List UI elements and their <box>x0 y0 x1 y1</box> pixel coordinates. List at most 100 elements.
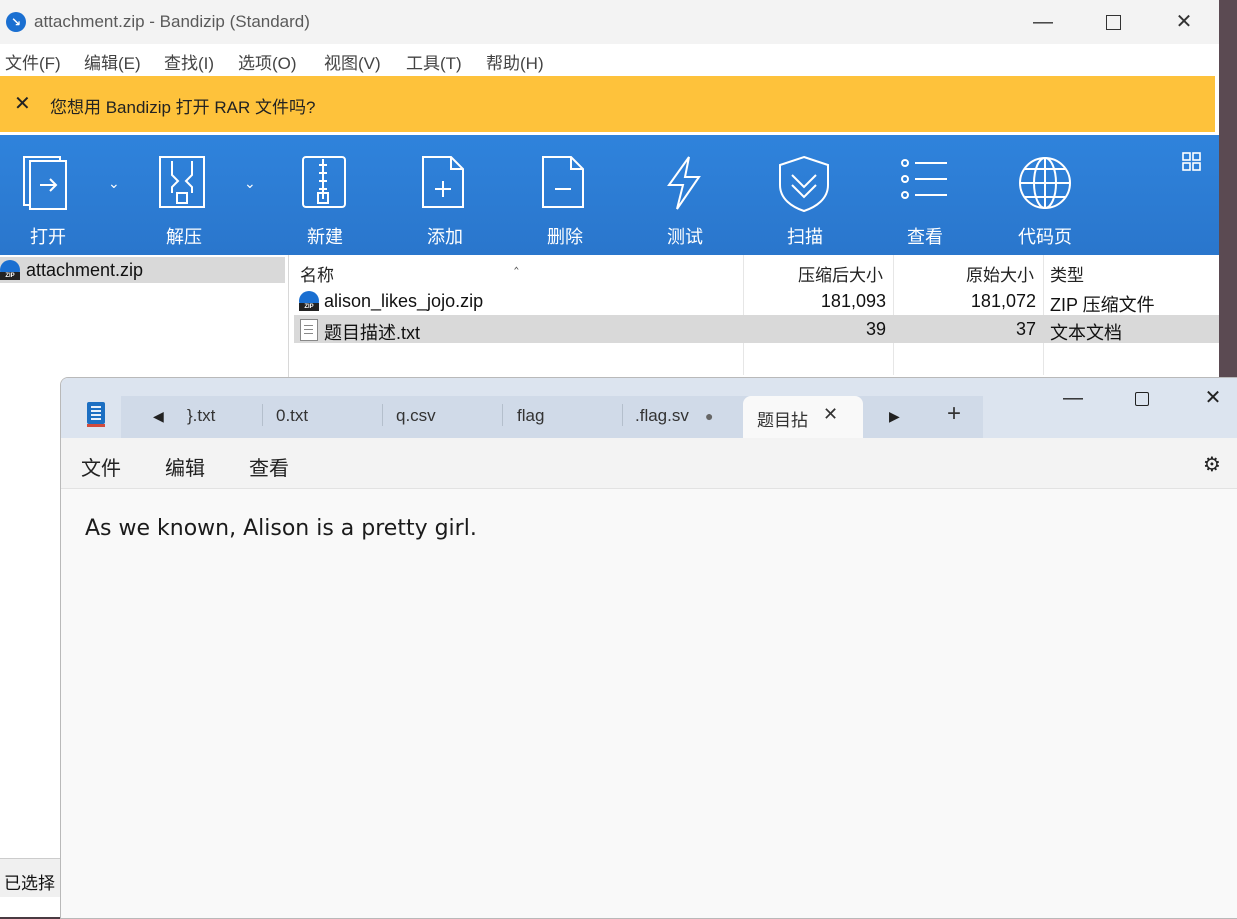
table-row[interactable]: 题目描述.txt 39 37 文本文档 <box>294 315 1219 343</box>
new-archive-icon <box>302 156 346 208</box>
tab-label: flag <box>517 406 545 425</box>
unsaved-dot-icon: ● <box>705 408 714 424</box>
extract-icon <box>159 156 205 208</box>
rar-association-notice: ✕ 您想用 Bandizip 打开 RAR 文件吗? <box>0 76 1215 135</box>
file-list: 名称 ‸ 压缩后大小 原始大小 类型 ZIP alison_likes_jojo… <box>294 253 1219 375</box>
bandizip-app-icon: ↘ <box>6 12 26 32</box>
test-button[interactable]: 测试 <box>637 135 733 255</box>
file-packed-size: 181,093 <box>820 291 886 311</box>
notepad-maximize-button[interactable] <box>1107 378 1177 422</box>
tab-flag-sv[interactable]: .flag.sv ● <box>623 396 741 438</box>
settings-gear-icon[interactable]: ⚙ <box>1203 452 1221 477</box>
lightning-icon <box>667 156 701 210</box>
view-label: 查看 <box>907 227 943 247</box>
delete-label: 删除 <box>547 227 583 247</box>
maximize-button[interactable] <box>1090 0 1136 44</box>
delete-button[interactable]: 删除 <box>517 135 613 255</box>
notice-close-icon[interactable]: ✕ <box>14 91 31 116</box>
menu-file[interactable]: 文件(F) <box>5 49 61 74</box>
file-type: ZIP 压缩文件 <box>1050 295 1155 315</box>
menu-help[interactable]: 帮助(H) <box>486 49 544 74</box>
tab-active[interactable]: 题目拈 ✕ <box>743 396 863 438</box>
tab-label: 题目拈 <box>757 411 808 430</box>
bandizip-toolbar: 打开 ⌄ 解压 ⌄ 新建 添加 删除 测试 扫描 查看 代码页 <box>0 135 1219 255</box>
scroll-tabs-left-icon[interactable]: ◀ <box>153 408 164 425</box>
tab-partial[interactable]: }.txt <box>181 396 261 438</box>
notepad-app-icon <box>87 402 105 427</box>
tab-label: q.csv <box>396 406 436 425</box>
bandizip-titlebar: ↘ attachment.zip - Bandizip (Standard) —… <box>0 0 1219 44</box>
close-button[interactable]: ✕ <box>1161 0 1207 44</box>
open-icon <box>23 156 67 210</box>
notepad-window: ◀ }.txt 0.txt q.csv flag .flag.sv ● 题目拈 … <box>60 377 1237 919</box>
status-text: 已选择 <box>4 874 55 893</box>
text-file-icon <box>300 319 318 341</box>
notepad-menu-edit[interactable]: 编辑 <box>165 452 205 481</box>
add-label: 添加 <box>427 227 463 247</box>
tab-0-txt[interactable]: 0.txt <box>263 396 381 438</box>
scroll-tabs-right-icon[interactable]: ▶ <box>889 408 900 425</box>
tree-item-root[interactable]: ZIP attachment.zip <box>0 257 285 283</box>
file-packed-size: 39 <box>865 319 886 339</box>
extract-button[interactable]: 解压 <box>136 135 232 255</box>
notepad-text-content[interactable]: As we known, Alison is a pretty girl. <box>85 516 477 541</box>
bandizip-menubar: 文件(F) 编辑(E) 查找(I) 选项(O) 视图(V) 工具(T) 帮助(H… <box>0 44 1219 74</box>
menu-find[interactable]: 查找(I) <box>164 49 214 74</box>
notepad-menubar: 文件 编辑 查看 ⚙ <box>61 438 1237 489</box>
column-header-packed-size[interactable]: 压缩后大小 <box>798 261 883 286</box>
codepage-button[interactable]: 代码页 <box>997 135 1093 255</box>
tab-flag[interactable]: flag <box>503 396 621 438</box>
table-row[interactable]: ZIP alison_likes_jojo.zip 181,093 181,07… <box>294 287 1219 315</box>
menu-tools[interactable]: 工具(T) <box>406 49 462 74</box>
file-type: 文本文档 <box>1050 323 1122 343</box>
shield-icon <box>779 155 829 213</box>
tab-label: 0.txt <box>276 406 309 425</box>
file-name: alison_likes_jojo.zip <box>324 291 484 311</box>
list-icon <box>901 159 947 199</box>
add-button[interactable]: 添加 <box>397 135 493 255</box>
open-button[interactable]: 打开 <box>0 135 96 255</box>
tab-label: }.txt <box>187 406 216 425</box>
notepad-minimize-button[interactable]: — <box>1038 378 1108 422</box>
notepad-menu-view[interactable]: 查看 <box>249 452 289 481</box>
close-tab-icon[interactable]: ✕ <box>823 404 838 425</box>
delete-file-icon <box>542 156 584 208</box>
column-header-type[interactable]: 类型 <box>1050 261 1084 286</box>
bandizip-window-title: attachment.zip - Bandizip (Standard) <box>34 12 310 31</box>
menu-view[interactable]: 视图(V) <box>324 49 381 74</box>
zip-archive-icon: ZIP <box>0 260 20 280</box>
tab-q-csv[interactable]: q.csv <box>383 396 501 438</box>
extract-label: 解压 <box>166 227 202 247</box>
menu-options[interactable]: 选项(O) <box>238 49 297 74</box>
open-dropdown-icon[interactable]: ⌄ <box>108 175 120 192</box>
tree-item-label: attachment.zip <box>26 260 144 280</box>
column-header-name[interactable]: 名称 <box>300 261 334 286</box>
minimize-button[interactable]: — <box>1020 0 1066 44</box>
open-label: 打开 <box>30 227 66 247</box>
zip-archive-icon: ZIP <box>299 291 319 311</box>
tab-label: .flag.sv <box>635 406 689 425</box>
notice-text: 您想用 Bandizip 打开 RAR 文件吗? <box>50 98 316 117</box>
layout-grid-icon[interactable] <box>1182 152 1202 172</box>
notepad-tab-bar: ◀ }.txt 0.txt q.csv flag .flag.sv ● 题目拈 … <box>61 378 1237 438</box>
sort-ascending-icon: ‸ <box>514 253 519 269</box>
file-name: 题目描述.txt <box>324 323 421 343</box>
column-header-original-size[interactable]: 原始大小 <box>966 261 1034 286</box>
notepad-menu-file[interactable]: 文件 <box>81 452 121 481</box>
file-original-size: 181,072 <box>970 291 1036 311</box>
new-archive-label: 新建 <box>307 227 343 247</box>
globe-icon <box>1019 157 1071 209</box>
notepad-close-button[interactable]: ✕ <box>1178 378 1237 422</box>
menu-edit[interactable]: 编辑(E) <box>84 49 141 74</box>
new-archive-button[interactable]: 新建 <box>277 135 373 255</box>
scan-button[interactable]: 扫描 <box>757 135 853 255</box>
scan-label: 扫描 <box>787 227 823 247</box>
file-original-size: 37 <box>1015 319 1036 339</box>
status-bar: 已选择 <box>0 858 60 897</box>
new-tab-icon[interactable]: + <box>947 400 961 428</box>
test-label: 测试 <box>667 227 703 247</box>
add-file-icon <box>422 156 464 208</box>
codepage-label: 代码页 <box>1018 227 1072 247</box>
extract-dropdown-icon[interactable]: ⌄ <box>244 175 256 192</box>
view-button[interactable]: 查看 <box>877 135 973 255</box>
